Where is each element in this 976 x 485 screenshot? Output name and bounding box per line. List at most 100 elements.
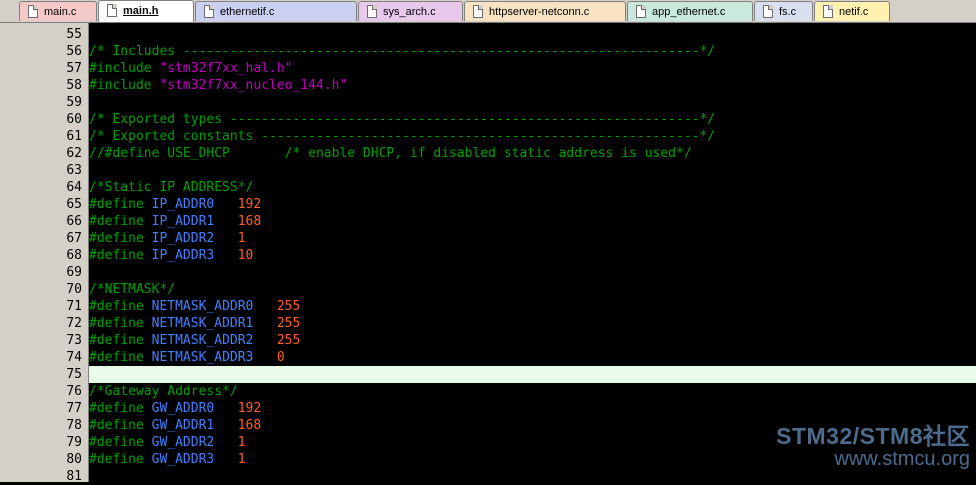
code-token: GW_ADDR3 xyxy=(151,452,215,467)
code-token: #define xyxy=(89,418,152,433)
line-number: 65 xyxy=(66,197,82,212)
code-token: #include xyxy=(89,78,160,93)
code-area[interactable]: /* Includes ----------------------------… xyxy=(89,23,976,482)
line-number: 75 xyxy=(66,367,82,382)
code-line[interactable] xyxy=(89,468,976,485)
tab-label: netif.c xyxy=(839,6,869,18)
line-number: 57 xyxy=(66,61,82,76)
code-token: /* Exported types ----------------------… xyxy=(89,112,716,127)
line-number: 58 xyxy=(66,78,82,93)
tab-label: app_ethernet.c xyxy=(652,6,726,18)
line-number: 55 xyxy=(66,27,82,42)
line-number: 61 xyxy=(66,129,82,144)
code-line[interactable]: #define IP_ADDR1 168 xyxy=(89,213,976,230)
code-line[interactable]: //#define USE_DHCP /* enable DHCP, if di… xyxy=(89,145,976,162)
code-token: #include xyxy=(89,61,160,76)
code-line[interactable]: /*Static IP ADDRESS*/ xyxy=(89,179,976,196)
file-icon xyxy=(823,5,833,18)
code-token: 255 xyxy=(276,299,301,314)
tab-ethernetif-c[interactable]: ethernetif.c xyxy=(195,1,357,21)
code-token: 168 xyxy=(237,214,262,229)
code-token: IP_ADDR3 xyxy=(151,248,215,263)
code-line[interactable] xyxy=(89,162,976,179)
code-token: #define xyxy=(89,316,152,331)
code-token: /* Exported constants ------------------… xyxy=(89,129,716,144)
code-token: NETMASK_ADDR2 xyxy=(151,333,254,348)
tab-fs-c[interactable]: fs.c xyxy=(754,1,813,21)
watermark-line2: www.stmcu.org xyxy=(834,448,970,470)
code-line[interactable]: /* Exported constants ------------------… xyxy=(89,128,976,145)
code-token: //#define USE_DHCP /* enable DHCP, if di… xyxy=(89,146,692,161)
line-number: 59 xyxy=(66,95,82,110)
code-token: GW_ADDR1 xyxy=(151,418,215,433)
code-token: #define xyxy=(89,248,152,263)
line-number: 60 xyxy=(66,112,82,127)
tab-label: ethernetif.c xyxy=(220,6,275,18)
code-line[interactable]: #include "stm32f7xx_nucleo_144.h" xyxy=(89,77,976,94)
line-number: 73 xyxy=(66,333,82,348)
code-line[interactable] xyxy=(89,26,976,43)
code-token: #define xyxy=(89,435,152,450)
code-token: "stm32f7xx_hal.h" xyxy=(159,61,293,76)
code-line[interactable]: #define IP_ADDR0 192 xyxy=(89,196,976,213)
line-number: 62 xyxy=(66,146,82,161)
line-number: 78 xyxy=(66,418,82,433)
code-token: #define xyxy=(89,231,152,246)
line-number: 81 xyxy=(66,469,82,484)
tab-netif-c[interactable]: netif.c xyxy=(814,1,890,21)
line-number: 69 xyxy=(66,265,82,280)
code-token: 192 xyxy=(237,401,262,416)
line-number: 66 xyxy=(66,214,82,229)
code-token: #define xyxy=(89,401,152,416)
code-editor[interactable]: 55 56 57 58 59 60 61 62 63 64 65 66 67 68 69 70 71 72 73 74… xyxy=(0,23,976,484)
line-number: 71 xyxy=(66,299,82,314)
file-icon xyxy=(636,5,646,18)
tab-app-ethernet-c[interactable]: app_ethernet.c xyxy=(627,1,753,21)
code-line[interactable]: #define NETMASK_ADDR3 0 xyxy=(89,349,976,366)
code-line[interactable]: #define NETMASK_ADDR1 255 xyxy=(89,315,976,332)
code-line[interactable]: #define IP_ADDR2 1 xyxy=(89,230,976,247)
line-number-gutter: 55 56 57 58 59 60 61 62 63 64 65 66 67 68 69 70 71 72 73 74… xyxy=(12,23,89,484)
file-icon xyxy=(473,5,483,18)
code-token: /*Gateway Address*/ xyxy=(89,384,238,399)
code-line[interactable]: /*Gateway Address*/ xyxy=(89,383,976,400)
code-line[interactable]: #define NETMASK_ADDR2 255 xyxy=(89,332,976,349)
code-token: NETMASK_ADDR1 xyxy=(151,316,254,331)
code-token: 1 xyxy=(237,452,246,467)
current-code-line[interactable] xyxy=(89,366,976,383)
code-token: IP_ADDR0 xyxy=(151,197,215,212)
code-token: #define xyxy=(89,333,152,348)
line-number: 70 xyxy=(66,282,82,297)
tab-sys-arch-c[interactable]: sys_arch.c xyxy=(358,1,463,21)
code-line[interactable]: #include "stm32f7xx_hal.h" xyxy=(89,60,976,77)
code-token: IP_ADDR1 xyxy=(151,214,215,229)
code-line[interactable]: #define IP_ADDR3 10 xyxy=(89,247,976,264)
line-number: 64 xyxy=(66,180,82,195)
code-line[interactable]: #define GW_ADDR0 192 xyxy=(89,400,976,417)
code-token: NETMASK_ADDR3 xyxy=(151,350,254,365)
code-line[interactable]: #define NETMASK_ADDR0 255 xyxy=(89,298,976,315)
code-token: 255 xyxy=(276,316,301,331)
tab-main-h[interactable]: main.h xyxy=(98,0,194,22)
tab-label: httpserver-netconn.c xyxy=(489,6,590,18)
code-token: IP_ADDR2 xyxy=(151,231,215,246)
tab-label: main.c xyxy=(44,6,77,18)
code-line[interactable] xyxy=(89,264,976,281)
code-token: 10 xyxy=(237,248,254,263)
code-line[interactable]: /*NETMASK*/ xyxy=(89,281,976,298)
code-token: #define xyxy=(89,452,152,467)
code-token: GW_ADDR2 xyxy=(151,435,215,450)
code-line[interactable]: /* Exported types ----------------------… xyxy=(89,111,976,128)
file-icon xyxy=(367,5,377,18)
tab-main-c[interactable]: main.c xyxy=(19,1,97,21)
line-number: 80 xyxy=(66,452,82,467)
tab-httpserver-netconn-c[interactable]: httpserver-netconn.c xyxy=(464,1,626,21)
code-line[interactable]: /* Includes ----------------------------… xyxy=(89,43,976,60)
code-token: 255 xyxy=(276,333,301,348)
code-line[interactable] xyxy=(89,94,976,111)
line-number: 74 xyxy=(66,350,82,365)
